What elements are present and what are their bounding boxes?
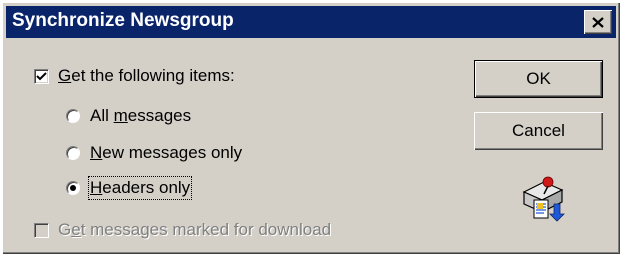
new-messages-label: New messages only [90, 143, 243, 162]
get-items-label: Get the following items: [58, 66, 235, 85]
title-bar: Synchronize Newsgroup [6, 6, 616, 38]
radio-selected-dot [70, 185, 76, 191]
new-messages-radio[interactable] [66, 146, 80, 160]
sync-newsgroup-icon [522, 176, 565, 222]
synchronize-newsgroup-dialog: Synchronize Newsgroup Get the following … [2, 2, 620, 254]
marked-download-option: Get messages marked for download [34, 220, 331, 240]
all-messages-option[interactable]: All messages [66, 106, 191, 126]
ok-button[interactable]: OK [474, 60, 603, 98]
marked-download-label: Get messages marked for download [58, 220, 332, 239]
cancel-button[interactable]: Cancel [474, 112, 603, 150]
headers-only-radio[interactable] [66, 181, 80, 195]
new-messages-option[interactable]: New messages only [66, 143, 242, 163]
checkmark-icon [36, 71, 47, 80]
headers-only-option[interactable]: Headers only [66, 176, 193, 200]
marked-download-checkbox [34, 222, 49, 238]
all-messages-radio[interactable] [66, 109, 80, 123]
window-title: Synchronize Newsgroup [12, 10, 234, 31]
get-items-checkbox[interactable] [34, 68, 49, 84]
close-icon [592, 16, 604, 28]
all-messages-label: All messages [90, 106, 192, 125]
headers-only-label: Headers only [87, 176, 193, 200]
get-items-option[interactable]: Get the following items: [34, 66, 235, 86]
close-button[interactable] [584, 10, 612, 34]
